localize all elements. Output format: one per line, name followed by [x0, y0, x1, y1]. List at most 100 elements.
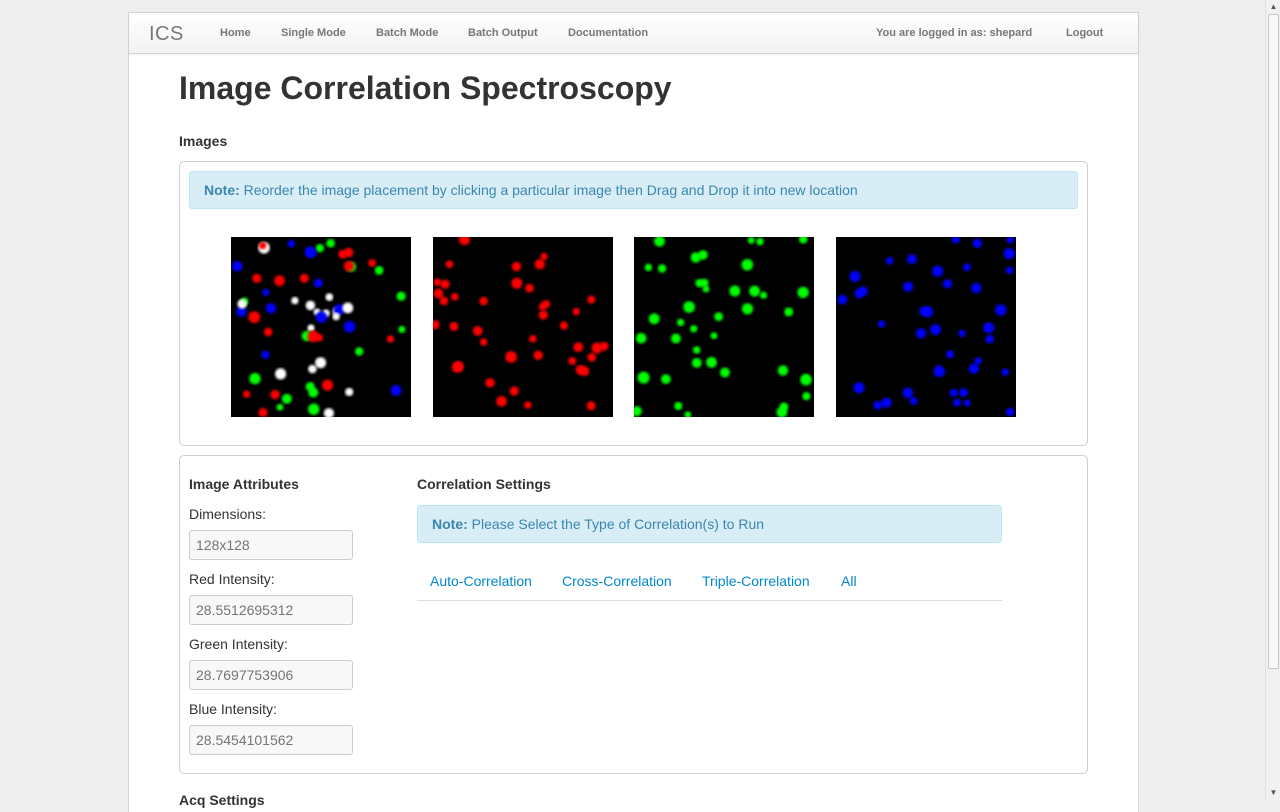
fluorescence-spot [449, 321, 459, 331]
fluorescence-spot [511, 261, 522, 272]
blue-intensity-field[interactable] [189, 725, 353, 755]
fluorescence-spot [953, 398, 962, 407]
fluorescence-spot [252, 273, 262, 283]
nav-single-mode[interactable]: Single Mode [281, 27, 346, 39]
nav-documentation[interactable]: Documentation [568, 27, 648, 39]
fluorescence-spot [691, 358, 702, 368]
fluorescence-spot [261, 350, 270, 359]
scroll-down-icon[interactable]: ▼ [1266, 786, 1280, 800]
fluorescence-spot [321, 379, 334, 391]
fluorescence-spot [263, 327, 273, 337]
fluorescence-spot [343, 260, 355, 272]
fluorescence-spot [881, 397, 892, 408]
fluorescence-spot [637, 371, 650, 384]
nav-batch-mode[interactable]: Batch Mode [376, 27, 438, 39]
nav-home[interactable]: Home [220, 27, 251, 39]
fluorescence-spot [325, 293, 334, 301]
fluorescence-spot [281, 393, 292, 404]
green-intensity-label: Green Intensity: [189, 636, 288, 652]
dimensions-field[interactable] [189, 530, 353, 560]
settings-panel: Image Attributes Dimensions: Red Intensi… [179, 455, 1088, 774]
fluorescence-spot [287, 240, 295, 248]
fluorescence-spot [345, 387, 354, 397]
fluorescence-spot [959, 388, 968, 397]
fluorescence-spot [559, 321, 568, 330]
fluorescence-spot [258, 407, 268, 417]
fluorescence-spot [909, 397, 918, 405]
logged-in-user: You are logged in as: shepard [876, 27, 1033, 39]
fluorescence-spot [270, 389, 280, 400]
fluorescence-spot [946, 350, 955, 359]
fluorescence-spot [386, 335, 395, 343]
fluorescence-spot [579, 366, 590, 377]
fluorescence-spot [915, 328, 927, 339]
fluorescence-spot [760, 291, 768, 299]
fluorescence-spot [710, 332, 718, 340]
page-title: Image Correlation Spectroscopy [179, 70, 672, 106]
images-section-label: Images [179, 133, 228, 149]
fluorescence-spot [800, 373, 812, 386]
red-intensity-field[interactable] [189, 595, 353, 625]
fluorescence-spot [451, 293, 459, 301]
brand-logo[interactable]: ICS [149, 23, 184, 46]
fluorescence-spot [511, 277, 523, 289]
fluorescence-spot [259, 241, 267, 250]
fluorescence-spot [237, 299, 247, 309]
fluorescence-spot [472, 326, 483, 336]
fluorescence-spot [600, 341, 609, 351]
fluorescence-spot [756, 237, 764, 246]
fluorescence-spot [308, 364, 317, 374]
tab-auto-correlation[interactable]: Auto-Correlation [430, 573, 532, 589]
fluorescence-spot [706, 356, 717, 368]
fluorescence-spot [338, 249, 348, 259]
scrollbar-thumb[interactable] [1268, 14, 1279, 669]
fluorescence-spot [963, 399, 971, 407]
tab-triple-correlation[interactable]: Triple-Correlation [702, 573, 810, 589]
fluorescence-spot [343, 321, 356, 333]
logout-link[interactable]: Logout [1066, 27, 1103, 39]
fluorescence-spot [933, 365, 946, 378]
fluorescence-spot [968, 363, 980, 374]
scroll-up-icon[interactable]: ▲ [1266, 0, 1280, 14]
fluorescence-spot [332, 312, 340, 321]
composite-image-thumb[interactable] [231, 237, 411, 417]
fluorescence-spot [777, 365, 789, 376]
blue-channel-image-thumb[interactable] [836, 237, 1016, 417]
fluorescence-spot [958, 329, 966, 338]
fluorescence-spot [390, 385, 402, 396]
fluorescence-spot [374, 266, 384, 275]
fluorescence-spot [885, 257, 894, 265]
page-scrollbar[interactable]: ▲ ▼ [1265, 0, 1280, 800]
images-note-text: Reorder the image placement by clicking … [243, 182, 858, 198]
fluorescence-spot [779, 402, 789, 412]
correlation-note: Note: Please Select the Type of Correlat… [417, 505, 1002, 543]
fluorescence-spot [453, 361, 464, 372]
fluorescence-spot [919, 306, 929, 316]
images-note-label: Note: [204, 182, 240, 198]
nav-batch-output[interactable]: Batch Output [468, 27, 538, 39]
tab-cross-correlation[interactable]: Cross-Correlation [562, 573, 672, 589]
fluorescence-spot [635, 332, 647, 344]
fluorescence-spot [274, 275, 285, 287]
fluorescence-spot [439, 296, 449, 306]
fluorescence-spot [784, 307, 794, 317]
tab-all[interactable]: All [841, 573, 857, 589]
fluorescence-spot [798, 237, 808, 244]
red-channel-image-thumb[interactable] [433, 237, 613, 417]
fluorescence-spot [877, 320, 886, 328]
fluorescence-spot [509, 386, 519, 396]
fluorescence-spot [634, 406, 642, 417]
image-attributes-heading: Image Attributes [189, 476, 299, 492]
fluorescence-spot [433, 278, 442, 286]
fluorescence-spot [538, 310, 548, 320]
green-channel-image-thumb[interactable] [634, 237, 814, 417]
fluorescence-spot [262, 288, 270, 297]
green-intensity-field[interactable] [189, 660, 353, 690]
fluorescence-spot [741, 303, 754, 315]
fluorescence-spot [802, 392, 811, 401]
fluorescence-spot [729, 285, 741, 297]
fluorescence-spot [661, 374, 671, 384]
fluorescence-spot [265, 303, 277, 314]
fluorescence-spot [326, 238, 335, 248]
fluorescence-spot [433, 320, 440, 330]
